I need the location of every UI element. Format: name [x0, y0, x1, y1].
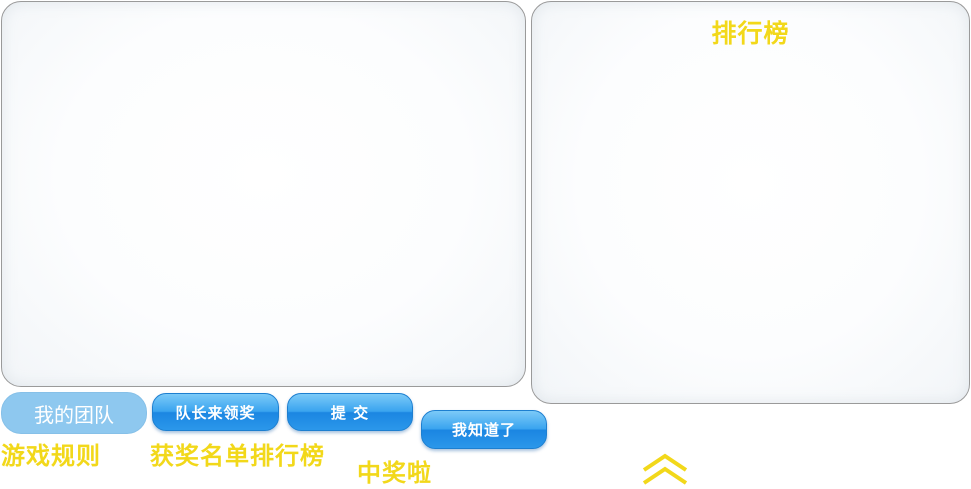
got-it-button[interactable]: 我知道了 [421, 410, 547, 449]
content-panel [1, 1, 526, 387]
captain-claim-prize-button[interactable]: 队长来领奖 [152, 393, 279, 431]
submit-button[interactable]: 提 交 [287, 393, 413, 431]
winners-ranking-link[interactable]: 获奖名单排行榜 [150, 436, 325, 471]
ranking-panel-title: 排行榜 [711, 19, 790, 48]
my-team-button[interactable]: 我的团队 [1, 392, 147, 434]
double-chevron-up-icon[interactable] [641, 453, 689, 485]
game-rules-link[interactable]: 游戏规则 [1, 436, 101, 471]
won-prize-link[interactable]: 中奖啦 [357, 453, 432, 488]
ranking-panel: 排行榜 [531, 1, 970, 404]
